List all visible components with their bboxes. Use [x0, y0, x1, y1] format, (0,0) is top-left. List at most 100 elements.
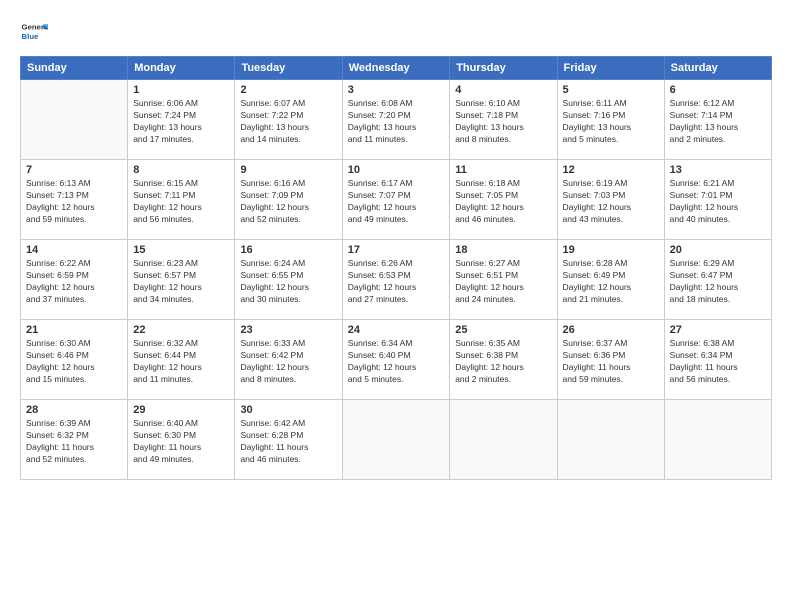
- calendar-cell: [342, 400, 450, 480]
- calendar-week-row: 14 Sunrise: 6:22 AMSunset: 6:59 PMDayligh…: [21, 240, 772, 320]
- day-info: Sunrise: 6:38 AMSunset: 6:34 PMDaylight:…: [670, 338, 766, 386]
- day-number: 20: [670, 244, 766, 256]
- calendar-cell: [664, 400, 771, 480]
- calendar-cell: 20 Sunrise: 6:29 AMSunset: 6:47 PMDayligh…: [664, 240, 771, 320]
- day-number: 15: [133, 244, 229, 256]
- calendar-cell: 2 Sunrise: 6:07 AMSunset: 7:22 PMDaylight…: [235, 80, 342, 160]
- calendar-week-row: 1 Sunrise: 6:06 AMSunset: 7:24 PMDaylight…: [21, 80, 772, 160]
- calendar-cell: [450, 400, 557, 480]
- calendar-cell: 19 Sunrise: 6:28 AMSunset: 6:49 PMDayligh…: [557, 240, 664, 320]
- calendar-cell: 11 Sunrise: 6:18 AMSunset: 7:05 PMDayligh…: [450, 160, 557, 240]
- calendar-cell: 25Sunrise: 6:35 AMSunset: 6:38 PMDayligh…: [450, 320, 557, 400]
- calendar-week-row: 7 Sunrise: 6:13 AMSunset: 7:13 PMDaylight…: [21, 160, 772, 240]
- day-info: Sunrise: 6:19 AMSunset: 7:03 PMDaylight:…: [563, 178, 659, 226]
- day-number: 13: [670, 164, 766, 176]
- calendar-cell: 29 Sunrise: 6:40 AMSunset: 6:30 PMDayligh…: [128, 400, 235, 480]
- calendar-cell: 23 Sunrise: 6:33 AMSunset: 6:42 PMDayligh…: [235, 320, 342, 400]
- day-number: 6: [670, 84, 766, 96]
- day-info: Sunrise: 6:30 AMSunset: 6:46 PMDaylight:…: [26, 338, 122, 386]
- calendar-cell: 27 Sunrise: 6:38 AMSunset: 6:34 PMDayligh…: [664, 320, 771, 400]
- day-number: 9: [240, 164, 336, 176]
- weekday-header: Friday: [557, 57, 664, 80]
- day-number: 11: [455, 164, 551, 176]
- calendar-cell: 4Sunrise: 6:10 AMSunset: 7:18 PMDaylight…: [450, 80, 557, 160]
- logo: General Blue: [20, 18, 52, 46]
- day-number: 30: [240, 404, 336, 416]
- day-info: Sunrise: 6:34 AMSunset: 6:40 PMDaylight:…: [348, 338, 445, 386]
- calendar-cell: 24 Sunrise: 6:34 AMSunset: 6:40 PMDayligh…: [342, 320, 450, 400]
- weekday-header: Monday: [128, 57, 235, 80]
- calendar-cell: 18Sunrise: 6:27 AMSunset: 6:51 PMDayligh…: [450, 240, 557, 320]
- day-info: Sunrise: 6:17 AMSunset: 7:07 PMDaylight:…: [348, 178, 445, 226]
- day-info: Sunrise: 6:11 AMSunset: 7:16 PMDaylight:…: [563, 98, 659, 146]
- day-info: Sunrise: 6:42 AMSunset: 6:28 PMDaylight:…: [240, 418, 336, 466]
- day-number: 23: [240, 324, 336, 336]
- day-info: Sunrise: 6:37 AMSunset: 6:36 PMDaylight:…: [563, 338, 659, 386]
- calendar-cell: 5 Sunrise: 6:11 AMSunset: 7:16 PMDaylight…: [557, 80, 664, 160]
- day-number: 5: [563, 84, 659, 96]
- day-number: 2: [240, 84, 336, 96]
- weekday-header: Thursday: [450, 57, 557, 80]
- day-number: 14: [26, 244, 122, 256]
- day-info: Sunrise: 6:18 AMSunset: 7:05 PMDaylight:…: [455, 178, 551, 226]
- calendar-cell: 3 Sunrise: 6:08 AMSunset: 7:20 PMDaylight…: [342, 80, 450, 160]
- calendar-cell: 21Sunrise: 6:30 AMSunset: 6:46 PMDayligh…: [21, 320, 128, 400]
- svg-text:Blue: Blue: [22, 32, 40, 41]
- day-number: 12: [563, 164, 659, 176]
- calendar-cell: 16Sunrise: 6:24 AMSunset: 6:55 PMDayligh…: [235, 240, 342, 320]
- calendar-week-row: 28 Sunrise: 6:39 AMSunset: 6:32 PMDayligh…: [21, 400, 772, 480]
- day-number: 27: [670, 324, 766, 336]
- day-number: 16: [240, 244, 336, 256]
- day-info: Sunrise: 6:08 AMSunset: 7:20 PMDaylight:…: [348, 98, 445, 146]
- weekday-header: Saturday: [664, 57, 771, 80]
- day-info: Sunrise: 6:07 AMSunset: 7:22 PMDaylight:…: [240, 98, 336, 146]
- calendar-cell: 12 Sunrise: 6:19 AMSunset: 7:03 PMDayligh…: [557, 160, 664, 240]
- day-info: Sunrise: 6:33 AMSunset: 6:42 PMDaylight:…: [240, 338, 336, 386]
- day-number: 19: [563, 244, 659, 256]
- calendar-cell: 15 Sunrise: 6:23 AMSunset: 6:57 PMDayligh…: [128, 240, 235, 320]
- calendar-cell: 6 Sunrise: 6:12 AMSunset: 7:14 PMDaylight…: [664, 80, 771, 160]
- day-info: Sunrise: 6:13 AMSunset: 7:13 PMDaylight:…: [26, 178, 122, 226]
- day-info: Sunrise: 6:16 AMSunset: 7:09 PMDaylight:…: [240, 178, 336, 226]
- calendar-week-row: 21Sunrise: 6:30 AMSunset: 6:46 PMDayligh…: [21, 320, 772, 400]
- calendar-cell: 10Sunrise: 6:17 AMSunset: 7:07 PMDayligh…: [342, 160, 450, 240]
- day-number: 7: [26, 164, 122, 176]
- day-number: 3: [348, 84, 445, 96]
- calendar-cell: [557, 400, 664, 480]
- day-info: Sunrise: 6:40 AMSunset: 6:30 PMDaylight:…: [133, 418, 229, 466]
- day-number: 4: [455, 84, 551, 96]
- day-number: 1: [133, 84, 229, 96]
- calendar-cell: 28 Sunrise: 6:39 AMSunset: 6:32 PMDayligh…: [21, 400, 128, 480]
- day-info: Sunrise: 6:29 AMSunset: 6:47 PMDaylight:…: [670, 258, 766, 306]
- day-info: Sunrise: 6:28 AMSunset: 6:49 PMDaylight:…: [563, 258, 659, 306]
- calendar-cell: 22 Sunrise: 6:32 AMSunset: 6:44 PMDayligh…: [128, 320, 235, 400]
- calendar-cell: 13Sunrise: 6:21 AMSunset: 7:01 PMDayligh…: [664, 160, 771, 240]
- day-number: 22: [133, 324, 229, 336]
- calendar-cell: 9 Sunrise: 6:16 AMSunset: 7:09 PMDaylight…: [235, 160, 342, 240]
- day-info: Sunrise: 6:23 AMSunset: 6:57 PMDaylight:…: [133, 258, 229, 306]
- day-number: 29: [133, 404, 229, 416]
- calendar-cell: 26Sunrise: 6:37 AMSunset: 6:36 PMDayligh…: [557, 320, 664, 400]
- day-number: 17: [348, 244, 445, 256]
- day-info: Sunrise: 6:12 AMSunset: 7:14 PMDaylight:…: [670, 98, 766, 146]
- logo-icon: General Blue: [20, 18, 48, 46]
- day-info: Sunrise: 6:39 AMSunset: 6:32 PMDaylight:…: [26, 418, 122, 466]
- calendar-cell: 7 Sunrise: 6:13 AMSunset: 7:13 PMDaylight…: [21, 160, 128, 240]
- calendar-cell: 30 Sunrise: 6:42 AMSunset: 6:28 PMDayligh…: [235, 400, 342, 480]
- weekday-header: Tuesday: [235, 57, 342, 80]
- day-number: 24: [348, 324, 445, 336]
- calendar-cell: [21, 80, 128, 160]
- header: General Blue: [20, 18, 772, 46]
- day-info: Sunrise: 6:22 AMSunset: 6:59 PMDaylight:…: [26, 258, 122, 306]
- weekday-header: Wednesday: [342, 57, 450, 80]
- day-info: Sunrise: 6:26 AMSunset: 6:53 PMDaylight:…: [348, 258, 445, 306]
- calendar-cell: 14 Sunrise: 6:22 AMSunset: 6:59 PMDayligh…: [21, 240, 128, 320]
- day-info: Sunrise: 6:15 AMSunset: 7:11 PMDaylight:…: [133, 178, 229, 226]
- weekday-header: Sunday: [21, 57, 128, 80]
- day-number: 28: [26, 404, 122, 416]
- day-info: Sunrise: 6:06 AMSunset: 7:24 PMDaylight:…: [133, 98, 229, 146]
- calendar-header-row: SundayMondayTuesdayWednesdayThursdayFrid…: [21, 57, 772, 80]
- day-info: Sunrise: 6:32 AMSunset: 6:44 PMDaylight:…: [133, 338, 229, 386]
- calendar-cell: 17 Sunrise: 6:26 AMSunset: 6:53 PMDayligh…: [342, 240, 450, 320]
- day-number: 25: [455, 324, 551, 336]
